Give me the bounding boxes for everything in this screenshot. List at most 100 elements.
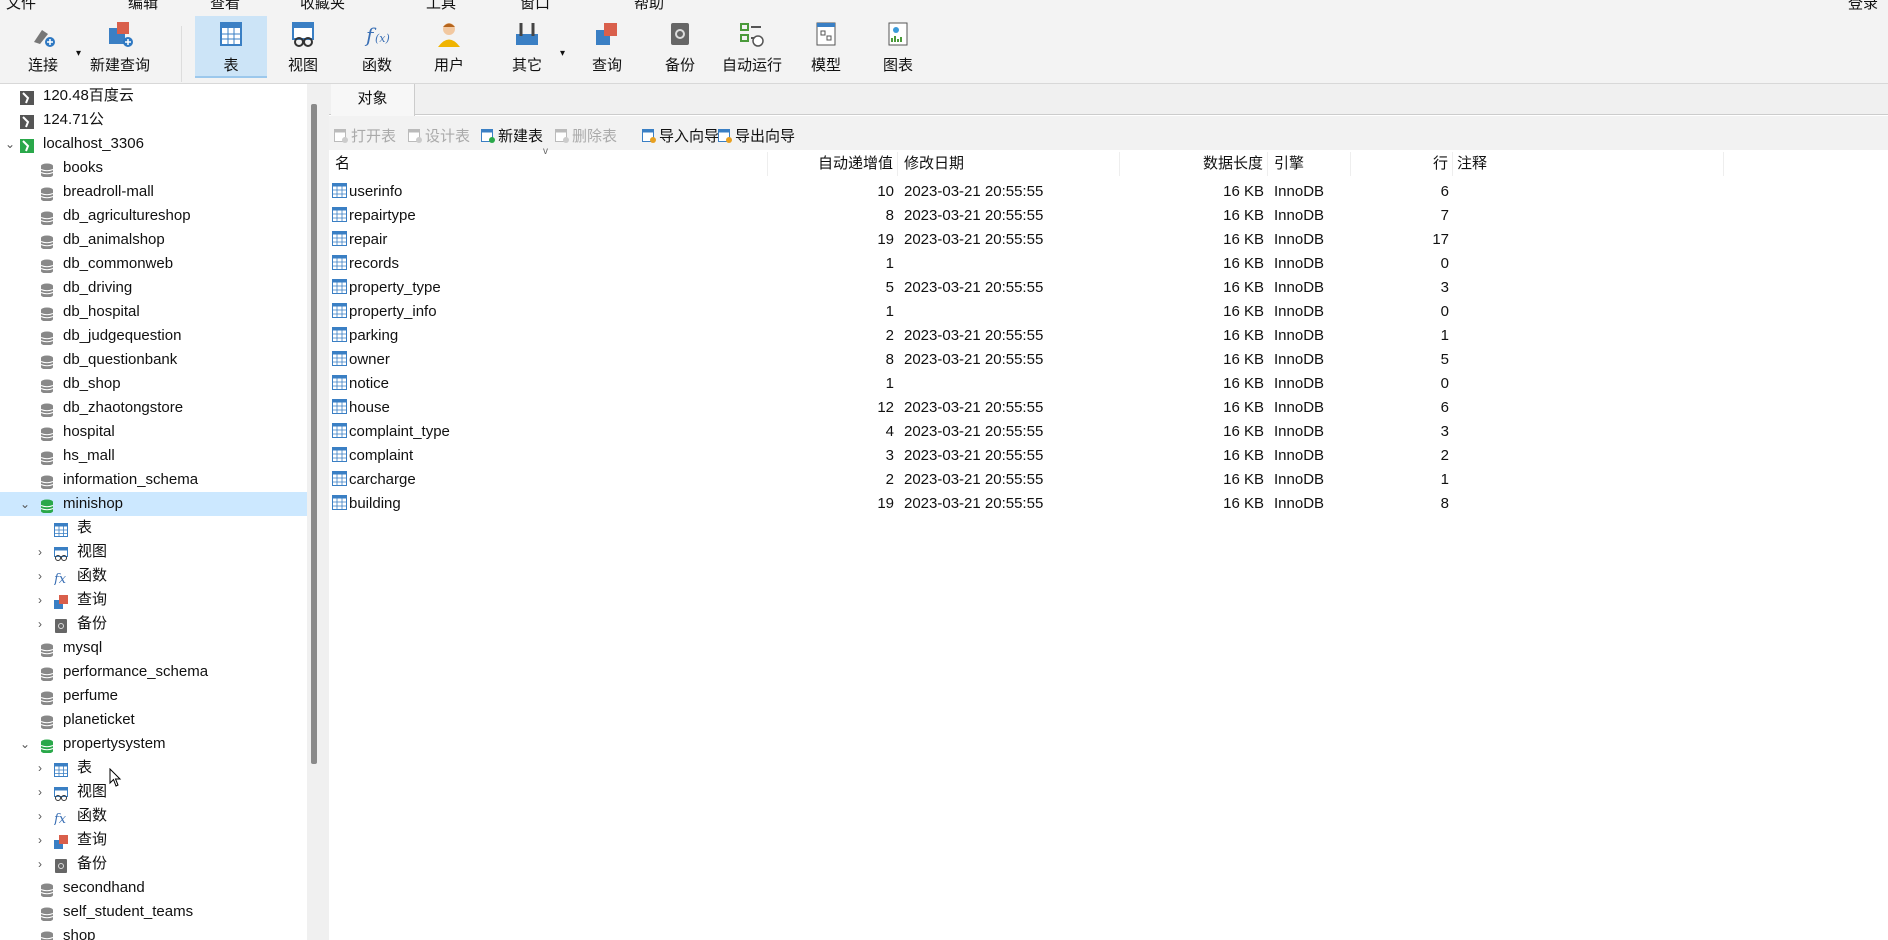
- chevron-right-icon[interactable]: ›: [38, 588, 42, 612]
- table-icon: [332, 494, 347, 510]
- cell-text: 16 KB: [1223, 255, 1264, 272]
- cell-text: 6: [1440, 183, 1449, 200]
- object-toolbar-button[interactable]: 导出向导: [718, 125, 795, 146]
- tree-item[interactable]: › 查询: [0, 828, 307, 852]
- column-header[interactable]: 注释: [1453, 152, 1724, 176]
- object-toolbar-button[interactable]: 新建表: [481, 125, 543, 146]
- tree-item[interactable]: db_driving: [0, 276, 307, 300]
- chevron-down-icon[interactable]: ⌄: [5, 132, 15, 156]
- column-header[interactable]: 数据长度: [1120, 152, 1268, 176]
- tree-item[interactable]: db_judgequestion: [0, 324, 307, 348]
- tree-item[interactable]: self_student_teams: [0, 900, 307, 924]
- chevron-right-icon[interactable]: ›: [38, 612, 42, 636]
- toolbar-chart-button[interactable]: 图表: [862, 16, 934, 78]
- chevron-right-icon[interactable]: ›: [38, 756, 42, 780]
- chevron-down-icon[interactable]: ⌄: [20, 732, 30, 756]
- chevron-right-icon[interactable]: ›: [38, 540, 42, 564]
- table-row[interactable]: userinfo 10 2023-03-21 20:55:55 16 KB InnoDB…: [329, 180, 1888, 204]
- chevron-right-icon[interactable]: ›: [38, 780, 42, 804]
- table-row[interactable]: notice 1 16 KB InnoDB 0: [329, 372, 1888, 396]
- tree-item[interactable]: › 视图: [0, 540, 307, 564]
- object-toolbar-button[interactable]: 删除表: [555, 125, 617, 146]
- toolbar-query-button[interactable]: 查询: [571, 16, 643, 78]
- tree-item[interactable]: hospital: [0, 420, 307, 444]
- table-row[interactable]: repair 19 2023-03-21 20:55:55 16 KB InnoDB 17: [329, 228, 1888, 252]
- tree-item[interactable]: mysql: [0, 636, 307, 660]
- connect-dropdown-icon[interactable]: ▾: [76, 48, 81, 59]
- toolbar-tools-button[interactable]: 其它: [491, 16, 563, 78]
- tree-item[interactable]: 表: [0, 516, 307, 540]
- tree-item[interactable]: › 查询: [0, 588, 307, 612]
- tree-item[interactable]: information_schema: [0, 468, 307, 492]
- table-row[interactable]: complaint_type 4 2023-03-21 20:55:55 16 KB I…: [329, 420, 1888, 444]
- column-header[interactable]: 自动递增值: [768, 152, 898, 176]
- chevron-right-icon[interactable]: ›: [38, 828, 42, 852]
- tree-item[interactable]: shop: [0, 924, 307, 940]
- tree-item[interactable]: › 视图: [0, 780, 307, 804]
- object-toolbar-button[interactable]: 打开表: [334, 125, 396, 146]
- table-row[interactable]: building 19 2023-03-21 20:55:55 16 KB InnoDB…: [329, 492, 1888, 516]
- toolbar-backup-button[interactable]: 备份: [644, 16, 716, 78]
- object-toolbar-button[interactable]: 导入向导: [642, 125, 719, 146]
- tree-item-label: hs_mall: [63, 447, 115, 464]
- chevron-right-icon[interactable]: ›: [38, 852, 42, 876]
- table-row[interactable]: owner 8 2023-03-21 20:55:55 16 KB InnoDB 5: [329, 348, 1888, 372]
- tree-item[interactable]: db_animalshop: [0, 228, 307, 252]
- table-row[interactable]: repairtype 8 2023-03-21 20:55:55 16 KB InnoD…: [329, 204, 1888, 228]
- column-header[interactable]: 引擎: [1270, 152, 1351, 176]
- table-row[interactable]: complaint 3 2023-03-21 20:55:55 16 KB InnoDB…: [329, 444, 1888, 468]
- tree-item[interactable]: perfume: [0, 684, 307, 708]
- tab-objects[interactable]: 对象: [331, 84, 415, 116]
- tree-item[interactable]: db_shop: [0, 372, 307, 396]
- tree-item[interactable]: › 备份: [0, 852, 307, 876]
- toolbar-function-button[interactable]: f (x) 函数: [341, 16, 413, 78]
- sidebar-scrollbar[interactable]: [311, 104, 317, 764]
- tree-item[interactable]: › 备份: [0, 612, 307, 636]
- column-header[interactable]: 行: [1351, 152, 1453, 176]
- chevron-down-icon[interactable]: ⌄: [20, 492, 30, 516]
- cell-text: 16 KB: [1223, 303, 1264, 320]
- table-row[interactable]: property_info 1 16 KB InnoDB 0: [329, 300, 1888, 324]
- chevron-right-icon[interactable]: ›: [38, 564, 42, 588]
- toolbar-connect-button[interactable]: 连接: [7, 16, 79, 78]
- tree-item[interactable]: › fx 函数: [0, 564, 307, 588]
- tree-item[interactable]: secondhand: [0, 876, 307, 900]
- tree-item[interactable]: books: [0, 156, 307, 180]
- tree-item[interactable]: db_agricultureshop: [0, 204, 307, 228]
- toolbar-user-button[interactable]: 用户: [413, 16, 485, 78]
- table-row[interactable]: carcharge 2 2023-03-21 20:55:55 16 KB InnoDB…: [329, 468, 1888, 492]
- tree-item[interactable]: ⌄ propertysystem: [0, 732, 307, 756]
- tree-item[interactable]: 124.71公: [0, 108, 307, 132]
- tree-item[interactable]: db_hospital: [0, 300, 307, 324]
- other-dropdown-icon[interactable]: ▾: [560, 48, 565, 59]
- toolbar-view-button[interactable]: 视图: [267, 16, 339, 78]
- toolbar-new-query-button[interactable]: 新建查询: [84, 16, 156, 78]
- column-header[interactable]: 名: [331, 152, 768, 176]
- chevron-right-icon[interactable]: ›: [38, 804, 42, 828]
- table-row[interactable]: records 1 16 KB InnoDB 0: [329, 252, 1888, 276]
- table-row[interactable]: parking 2 2023-03-21 20:55:55 16 KB InnoDB 1: [329, 324, 1888, 348]
- toolbar-table-button[interactable]: 表: [195, 16, 267, 78]
- tree-item[interactable]: ⌄ localhost_3306: [0, 132, 307, 156]
- toolbar-schedule-button[interactable]: 自动运行: [716, 16, 788, 78]
- table-row[interactable]: property_type 5 2023-03-21 20:55:55 16 KB In…: [329, 276, 1888, 300]
- tree-item[interactable]: › fx 函数: [0, 804, 307, 828]
- tree-item[interactable]: hs_mall: [0, 444, 307, 468]
- tree-item[interactable]: › 表: [0, 756, 307, 780]
- column-header[interactable]: 修改日期: [900, 152, 1120, 176]
- table-row[interactable]: house 12 2023-03-21 20:55:55 16 KB InnoDB 6: [329, 396, 1888, 420]
- backup-icon: [665, 20, 695, 48]
- object-toolbar-button[interactable]: 设计表: [408, 125, 470, 146]
- cell: 2: [1351, 444, 1453, 468]
- tree-item[interactable]: db_zhaotongstore: [0, 396, 307, 420]
- tree-item[interactable]: db_questionbank: [0, 348, 307, 372]
- cell-text: property_info: [349, 303, 437, 320]
- tree-item[interactable]: breadroll-mall: [0, 180, 307, 204]
- tree-item[interactable]: planeticket: [0, 708, 307, 732]
- tree-item[interactable]: ⌄ minishop: [0, 492, 307, 516]
- toolbar-model-button[interactable]: 模型: [790, 16, 862, 78]
- tree-item[interactable]: 120.48百度云: [0, 84, 307, 108]
- tab-bar: 对象: [329, 84, 1888, 116]
- tree-item[interactable]: performance_schema: [0, 660, 307, 684]
- tree-item[interactable]: db_commonweb: [0, 252, 307, 276]
